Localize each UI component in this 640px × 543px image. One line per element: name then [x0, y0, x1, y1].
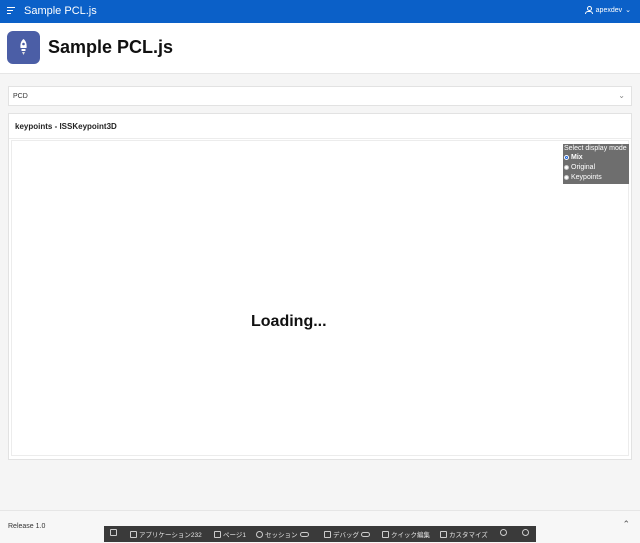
page-icon — [214, 530, 221, 538]
application-link[interactable]: アプリケーション232 — [130, 529, 202, 539]
page-link[interactable]: ページ1 — [214, 529, 246, 539]
option-label: Keypoints — [571, 174, 602, 181]
page-title: Sample PCL.js — [48, 37, 174, 57]
radio-button[interactable] — [564, 175, 569, 180]
quick-edit-icon — [382, 530, 389, 538]
display-mode-option-keypoints[interactable]: Keypoints — [564, 174, 602, 181]
pcd-region[interactable]: PCD ⌄ — [8, 86, 632, 106]
keypoints-region: keypoints - ISSKeypoint3D Select display… — [8, 113, 632, 460]
page-label: ページ1 — [223, 532, 246, 539]
app-title[interactable]: Sample PCL.js — [24, 5, 97, 17]
info-button[interactable] — [500, 529, 507, 536]
edit-icon — [130, 530, 137, 538]
customize-link[interactable]: カスタマイズ — [440, 529, 488, 539]
toggle-icon — [361, 531, 370, 537]
quick-edit-link[interactable]: クイック編集 — [382, 529, 430, 539]
option-label: Mix — [571, 154, 583, 161]
menu-icon[interactable] — [7, 7, 15, 15]
display-mode-option-mix[interactable]: Mix — [564, 154, 583, 161]
user-icon — [584, 6, 593, 14]
loading-text: Loading... — [251, 313, 327, 330]
info-icon — [500, 529, 507, 536]
keypoints-region-title: keypoints - ISSKeypoint3D — [15, 122, 117, 131]
app-logo-icon — [7, 31, 40, 64]
radio-button[interactable] — [564, 155, 569, 160]
debug-link[interactable]: デバッグ — [324, 529, 370, 539]
customize-label: カスタマイズ — [449, 532, 488, 539]
debug-label: デバッグ — [333, 532, 359, 539]
user-name: apexdev — [595, 6, 623, 14]
release-label: Release 1.0 — [8, 523, 46, 530]
point-cloud-canvas[interactable]: Select display mode Mix Original Keypoin… — [11, 140, 629, 456]
session-label: セッション — [265, 532, 298, 539]
radio-button[interactable] — [564, 165, 569, 170]
session-icon — [256, 530, 263, 538]
pcd-region-label: PCD — [13, 93, 28, 100]
page-header: Sample PCL.js — [0, 23, 640, 74]
display-mode-option-original[interactable]: Original — [564, 164, 595, 171]
gear-icon — [522, 529, 529, 536]
option-label: Original — [571, 164, 596, 171]
display-mode-panel: Select display mode Mix Original Keypoin… — [563, 144, 629, 184]
toggle-icon — [299, 531, 309, 537]
keypoints-region-header: keypoints - ISSKeypoint3D — [9, 114, 631, 139]
home-button[interactable] — [110, 529, 117, 536]
chevron-down-icon[interactable]: ⌄ — [618, 91, 625, 100]
developer-toolbar: アプリケーション232 ページ1 セッション デバッグ クイック編集 カスタマイ… — [104, 526, 536, 542]
top-navigation-bar: Sample PCL.js apexdev ⌄ — [0, 0, 640, 23]
settings-button[interactable] — [522, 529, 529, 536]
session-link[interactable]: セッション — [256, 529, 309, 539]
user-menu[interactable]: apexdev ⌄ — [584, 6, 631, 14]
customize-icon — [440, 530, 447, 538]
chevron-down-icon: ⌄ — [625, 7, 631, 14]
scroll-top-icon[interactable]: ⌃ — [622, 519, 630, 530]
display-mode-title: Select display mode — [564, 145, 627, 152]
home-icon — [110, 529, 117, 536]
debug-icon — [324, 530, 331, 538]
application-label: アプリケーション232 — [139, 532, 202, 539]
quick-edit-label: クイック編集 — [391, 532, 430, 539]
